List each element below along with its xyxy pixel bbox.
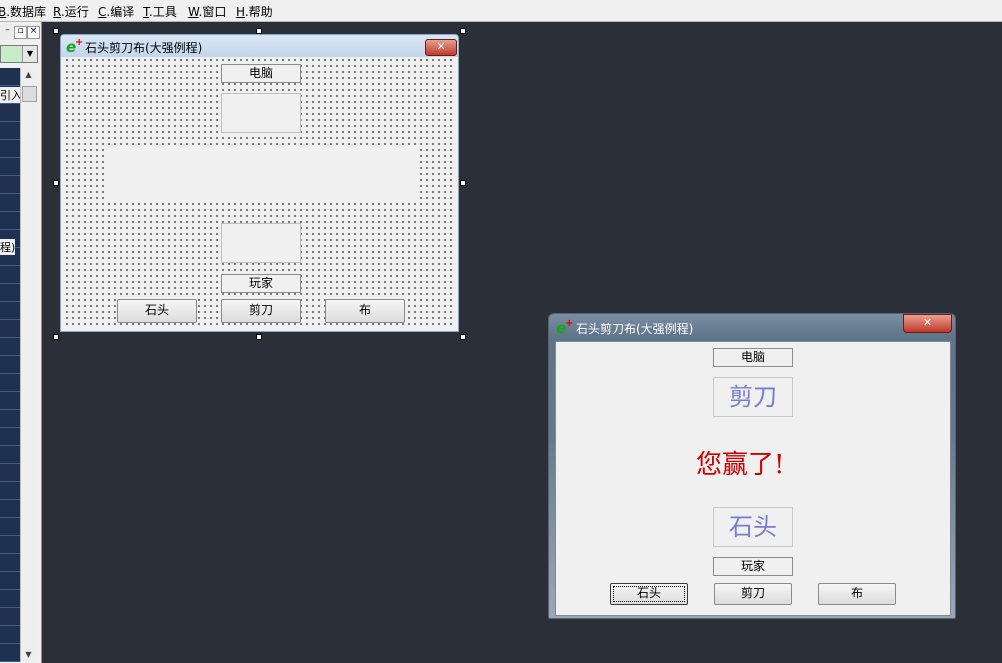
player-label: 玩家 (713, 557, 793, 576)
design-title-bar[interactable]: e + 石头剪刀布(大强例程) ✕ (61, 35, 458, 57)
resize-handle[interactable] (256, 334, 262, 340)
menu-database[interactable]: B.数据库 (0, 3, 46, 20)
design-canvas[interactable]: 电脑 玩家 石头 剪刀 布 (64, 57, 455, 329)
resize-handle[interactable] (460, 28, 466, 34)
player-label: 玩家 (221, 274, 301, 293)
design-title: 石头剪刀布(大强例程) (85, 41, 203, 55)
paper-button[interactable]: 布 (325, 299, 405, 323)
chevron-down-icon[interactable]: ▼ (22, 46, 37, 62)
result-text: 您赢了! (696, 450, 785, 480)
resize-handle[interactable] (53, 28, 59, 34)
run-client-area: 电脑 剪刀 您赢了! 石头 玩家 石头 剪刀 布 (555, 341, 951, 616)
menu-help[interactable]: H.帮助 (236, 3, 273, 20)
close-icon[interactable]: × (27, 26, 40, 39)
panel-header: – ▫ × (0, 24, 40, 40)
close-icon[interactable]: ✕ (903, 314, 952, 333)
result-area (106, 145, 416, 201)
computer-choice-box (221, 93, 301, 133)
list-item-fragment: 程) (0, 239, 16, 255)
menu-run[interactable]: R.运行 (53, 3, 89, 20)
scroll-up-icon[interactable]: ▲ (21, 68, 36, 82)
resize-handle[interactable] (53, 180, 59, 186)
menu-compile[interactable]: C.编译 (98, 3, 134, 20)
restore-icon[interactable]: ▫ (14, 26, 27, 39)
menu-tools[interactable]: T.工具 (143, 3, 177, 20)
computer-choice: 剪刀 (713, 377, 793, 417)
list-item-fragment: 引入 (0, 87, 22, 103)
rock-button[interactable]: 石头 (117, 299, 197, 323)
left-panel: – ▫ × ▼ 引入 程) ▲ ▼ (0, 22, 42, 663)
panel-list[interactable] (0, 68, 20, 662)
scissors-button[interactable]: 剪刀 (221, 299, 301, 323)
minimize-icon[interactable]: – (2, 26, 13, 37)
player-choice: 石头 (713, 507, 793, 547)
panel-combo[interactable]: ▼ (0, 45, 38, 63)
menu-bar: B.数据库 R.运行 C.编译 T.工具 W.窗口 H.帮助 (0, 0, 1002, 22)
rock-button[interactable]: 石头 (610, 583, 688, 605)
computer-label: 电脑 (713, 348, 793, 367)
scroll-down-icon[interactable]: ▼ (21, 648, 36, 662)
resize-handle[interactable] (460, 180, 466, 186)
panel-scrollbar[interactable]: ▲ ▼ (20, 68, 37, 662)
design-form[interactable]: e + 石头剪刀布(大强例程) ✕ 电脑 玩家 石头 剪刀 布 (60, 34, 459, 332)
player-choice-box (221, 223, 301, 263)
scroll-thumb[interactable] (22, 86, 37, 102)
e-plus-icon: e + (66, 37, 84, 56)
menu-window[interactable]: W.窗口 (188, 3, 226, 20)
close-icon[interactable]: ✕ (425, 39, 457, 56)
computer-label: 电脑 (221, 64, 301, 83)
run-window[interactable]: e + 石头剪刀布(大强例程) ✕ 电脑 剪刀 您赢了! 石头 玩家 石头 剪刀 … (548, 313, 956, 619)
e-plus-icon: e + (556, 318, 574, 337)
paper-button[interactable]: 布 (818, 583, 896, 605)
scissors-button[interactable]: 剪刀 (714, 583, 792, 605)
run-title: 石头剪刀布(大强例程) (576, 322, 694, 336)
resize-handle[interactable] (53, 334, 59, 340)
resize-handle[interactable] (460, 334, 466, 340)
